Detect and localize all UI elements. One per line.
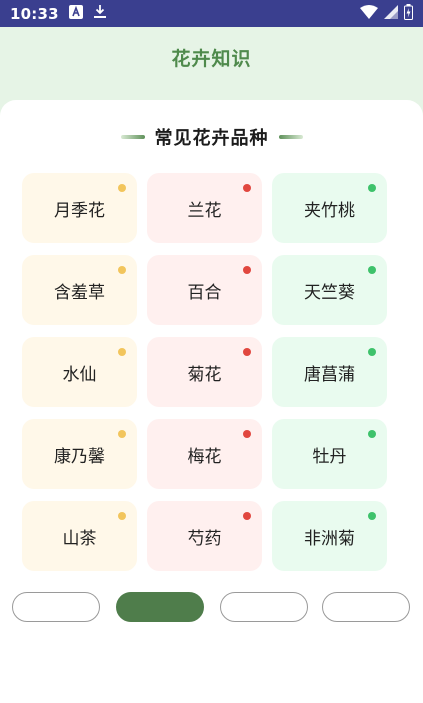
flower-name: 梅花	[187, 446, 222, 467]
bottom-tab-bar	[0, 592, 423, 622]
flower-card[interactable]: 兰花	[147, 173, 262, 243]
flower-name: 百合	[187, 282, 222, 303]
flower-card[interactable]: 含羞草	[22, 255, 137, 325]
flower-card[interactable]: 山茶	[22, 501, 137, 571]
bottom-tab-1[interactable]	[12, 592, 100, 622]
bottom-tab-4[interactable]	[322, 592, 410, 622]
status-right	[360, 3, 413, 24]
status-dot	[243, 348, 251, 356]
flower-card[interactable]: 非洲菊	[272, 501, 387, 571]
status-dot	[368, 512, 376, 520]
battery-icon	[404, 3, 413, 24]
status-dot	[118, 348, 126, 356]
flower-name: 芍药	[187, 528, 222, 549]
flower-grid: 月季花 兰花 夹竹桃含羞草 百合 天竺葵水仙 菊花 唐菖蒲康乃馨 梅花 牡丹山茶 芍药 非洲菊	[22, 173, 388, 571]
flower-card[interactable]: 月季花	[22, 173, 137, 243]
flower-card[interactable]: 芍药	[147, 501, 262, 571]
status-dot	[243, 266, 251, 274]
flower-name: 牡丹	[312, 446, 347, 467]
signal-icon	[384, 4, 398, 23]
status-dot	[368, 348, 376, 356]
flower-name: 非洲菊	[304, 528, 355, 549]
status-bar: 10:33	[0, 0, 423, 27]
status-dot	[368, 184, 376, 192]
flower-card[interactable]: 水仙	[22, 337, 137, 407]
flower-name: 含羞草	[54, 282, 105, 303]
status-dot	[118, 184, 126, 192]
flower-card[interactable]: 百合	[147, 255, 262, 325]
flower-card[interactable]: 唐菖蒲	[272, 337, 387, 407]
section-title: 常见花卉品种	[154, 128, 269, 149]
flower-name: 天竺葵	[304, 282, 355, 303]
status-dot	[243, 430, 251, 438]
flower-card[interactable]: 菊花	[147, 337, 262, 407]
status-dot	[243, 512, 251, 520]
status-dot	[243, 184, 251, 192]
bottom-tab-2[interactable]	[116, 592, 204, 622]
flower-card[interactable]: 康乃馨	[22, 419, 137, 489]
notification-a-icon	[68, 4, 83, 23]
flower-name: 夹竹桃	[304, 200, 355, 221]
flower-name: 康乃馨	[54, 446, 105, 467]
flower-card[interactable]: 梅花	[147, 419, 262, 489]
app-header: 花卉知识	[0, 27, 423, 87]
flower-card[interactable]: 夹竹桃	[272, 173, 387, 243]
page-title: 花卉知识	[171, 47, 252, 70]
status-dot	[368, 266, 376, 274]
status-dot	[118, 266, 126, 274]
download-icon	[93, 4, 107, 23]
flower-card[interactable]: 天竺葵	[272, 255, 387, 325]
flower-name: 唐菖蒲	[304, 364, 355, 385]
wifi-icon	[360, 4, 378, 23]
status-dot	[118, 430, 126, 438]
status-left: 10:33	[10, 4, 107, 23]
flower-name: 水仙	[62, 364, 97, 385]
status-time: 10:33	[10, 4, 59, 23]
flower-name: 山茶	[62, 528, 97, 549]
section-decoration-right	[278, 135, 303, 139]
flower-name: 月季花	[54, 200, 105, 221]
section-header: 常见花卉品种	[0, 122, 423, 152]
flower-name: 菊花	[187, 364, 222, 385]
status-dot	[118, 512, 126, 520]
flower-name: 兰花	[187, 200, 222, 221]
flower-card[interactable]: 牡丹	[272, 419, 387, 489]
section-decoration-left	[120, 135, 145, 139]
status-dot	[368, 430, 376, 438]
bottom-tab-3[interactable]	[220, 592, 308, 622]
